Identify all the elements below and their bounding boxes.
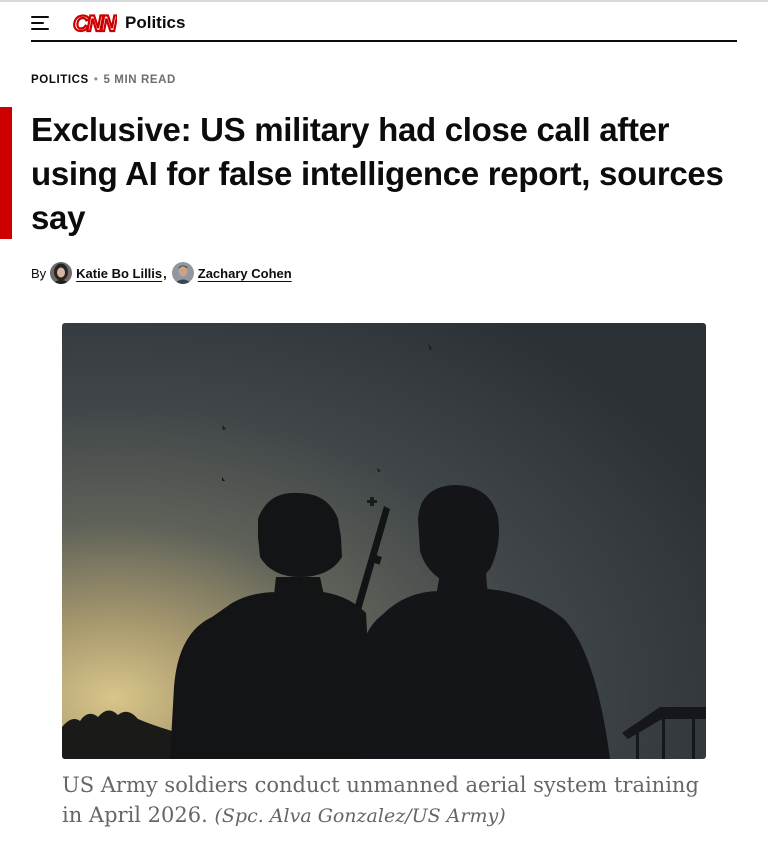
byline-comma: ,	[163, 265, 167, 281]
photo-credit: (Spc. Alva Gonzalez/US Army)	[214, 805, 506, 827]
article-headline: Exclusive: US military had close call af…	[31, 111, 724, 236]
meta-separator: •	[93, 74, 99, 86]
author-avatar	[171, 262, 194, 284]
site-header: CNN Politics	[31, 6, 737, 40]
author-link-katie-bo-lillis[interactable]: Katie Bo Lillis	[50, 262, 162, 284]
read-time: 5 MIN READ	[103, 74, 176, 86]
byline: By Katie Bo Lillis , Zachary Cohen	[31, 262, 292, 284]
headline-accent-bar	[0, 107, 12, 239]
section-label[interactable]: POLITICS	[31, 74, 89, 86]
svg-text:CNN: CNN	[73, 11, 117, 36]
article-meta: POLITICS • 5 MIN READ	[31, 74, 176, 86]
article-hero-image[interactable]	[62, 323, 706, 759]
author-avatar	[50, 262, 73, 284]
hamburger-menu-icon[interactable]	[31, 16, 49, 30]
section-link-politics[interactable]: Politics	[125, 13, 185, 33]
top-border	[0, 0, 768, 2]
image-caption: US Army soldiers conduct unmanned aerial…	[62, 770, 722, 831]
cnn-logo[interactable]: CNN	[71, 11, 117, 36]
byline-prefix: By	[31, 265, 47, 281]
author-link-zachary-cohen[interactable]: Zachary Cohen	[171, 262, 292, 284]
author-name: Katie Bo Lillis	[76, 265, 163, 281]
header-divider	[31, 40, 737, 42]
author-name: Zachary Cohen	[197, 265, 292, 281]
